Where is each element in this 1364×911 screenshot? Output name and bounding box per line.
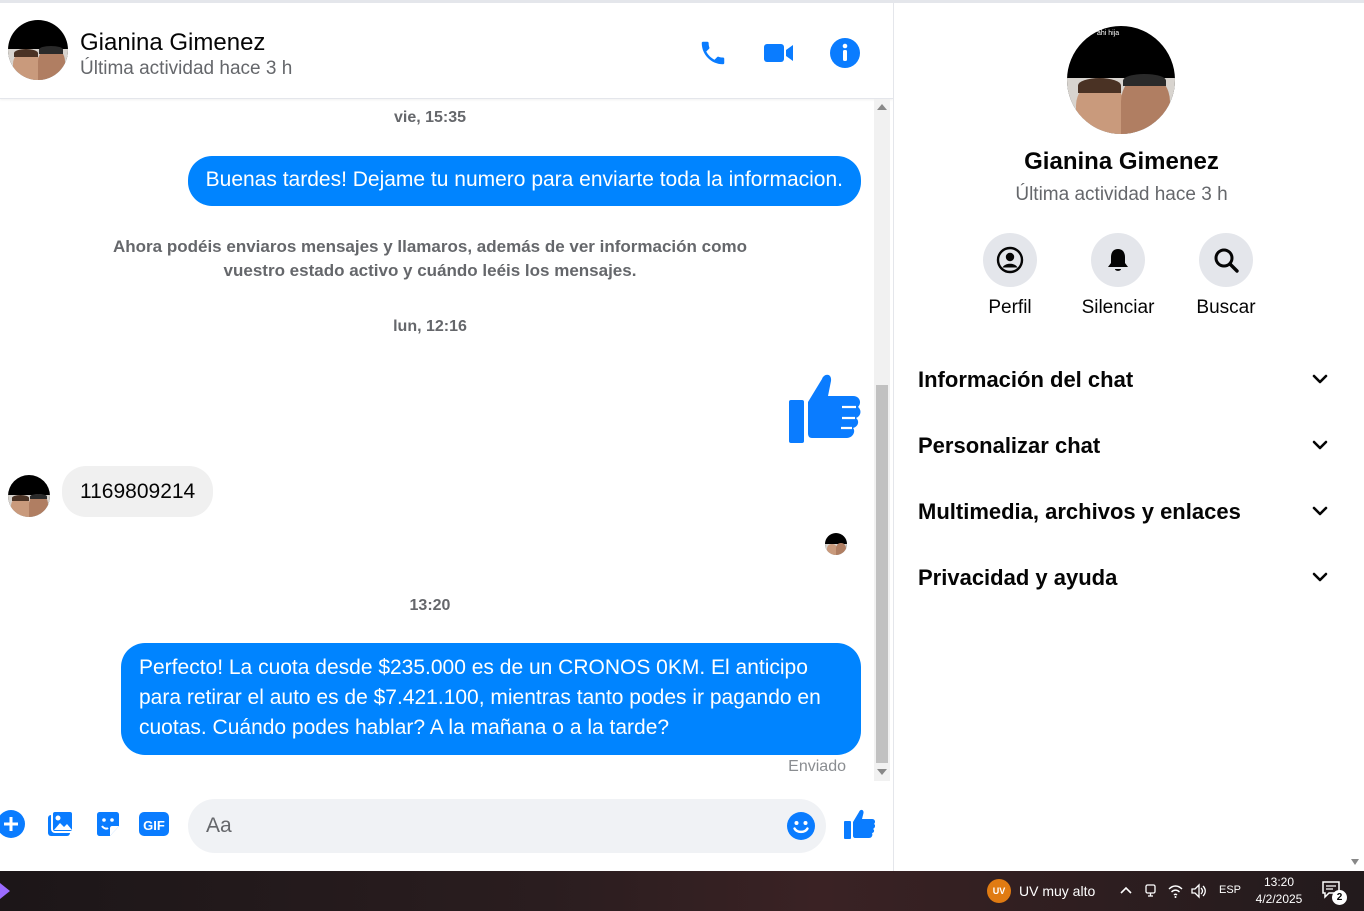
profile-name: Gianina Gimenez: [1024, 148, 1219, 175]
contact-status: Última actividad hace 3 h: [80, 58, 293, 79]
page-scrollbar[interactable]: [1347, 3, 1364, 871]
chat-window: Gianina Gimenez Última actividad hace 3 …: [0, 0, 893, 871]
read-receipt-avatar: [825, 533, 847, 555]
video-camera-icon[interactable]: [761, 35, 797, 71]
volume-icon[interactable]: [1190, 883, 1208, 904]
message-input[interactable]: [206, 809, 766, 843]
scroll-down-arrow[interactable]: [1351, 859, 1359, 865]
section-customize-chat[interactable]: Personalizar chat: [918, 421, 1330, 471]
conversation-info-panel: ahi hija Gianina Gimenez Última activida…: [893, 0, 1364, 871]
outgoing-message[interactable]: Buenas tardes! Dejame tu numero para env…: [187, 156, 861, 206]
weather-icon[interactable]: UV: [987, 879, 1011, 903]
notification-icon[interactable]: 2: [1321, 880, 1347, 905]
like-sticker[interactable]: [786, 369, 864, 447]
bell-icon: [1091, 233, 1145, 287]
sticker-icon[interactable]: [92, 808, 124, 840]
emoji-icon[interactable]: [786, 811, 816, 841]
profile-status: Última actividad hace 3 h: [1015, 184, 1228, 205]
info-icon[interactable]: [827, 35, 863, 71]
search-label: Buscar: [1196, 297, 1256, 318]
section-label: Personalizar chat: [918, 433, 1101, 458]
profile-avatar[interactable]: ahi hija: [1067, 26, 1175, 134]
section-label: Multimedia, archivos y enlaces: [918, 499, 1241, 524]
wifi-icon[interactable]: [1167, 883, 1184, 904]
profile-label: Perfil: [988, 297, 1032, 318]
message-list[interactable]: vie, 15:35 Buenas tardes! Dejame tu nume…: [0, 99, 872, 781]
clock-date[interactable]: 4/2/2025: [1247, 892, 1311, 906]
phone-icon[interactable]: [695, 35, 731, 71]
contact-avatar[interactable]: [8, 20, 68, 80]
profile-icon: [983, 233, 1037, 287]
meet-icon[interactable]: [1143, 883, 1159, 904]
section-label: Privacidad y ayuda: [918, 565, 1118, 590]
language-indicator[interactable]: ESP: [1219, 884, 1241, 896]
sent-status: Enviado: [788, 758, 846, 775]
mute-button[interactable]: Silenciar: [1073, 233, 1163, 319]
chevron-down-icon: [1310, 567, 1330, 592]
message-input-box[interactable]: [188, 799, 826, 853]
incoming-message[interactable]: 1169809214: [62, 466, 214, 517]
windows-taskbar: UV UV muy alto ESP 13:20 4/2/2025 2: [0, 871, 1364, 911]
section-label: Información del chat: [918, 367, 1134, 392]
scroll-thumb[interactable]: [876, 385, 888, 763]
svg-text:GIF: GIF: [143, 818, 165, 833]
outgoing-message[interactable]: Perfecto! La cuota desde $235.000 es de …: [121, 643, 861, 755]
gif-icon[interactable]: GIF: [138, 808, 170, 840]
composer: GIF: [0, 790, 893, 860]
message-text: Perfecto! La cuota desde $235.000 es de …: [139, 656, 821, 739]
contact-name[interactable]: Gianina Gimenez: [80, 29, 265, 57]
image-icon[interactable]: [44, 808, 76, 840]
message-text: 1169809214: [80, 480, 196, 503]
search-icon: [1199, 233, 1253, 287]
sender-avatar[interactable]: [8, 475, 50, 517]
timestamp: 13:20: [409, 597, 451, 614]
section-privacy-help[interactable]: Privacidad y ayuda: [918, 553, 1330, 603]
search-button[interactable]: Buscar: [1181, 233, 1271, 319]
chevron-down-icon: [1310, 369, 1330, 394]
avatar-caption: ahi hija: [1097, 30, 1120, 37]
message-scrollbar[interactable]: [874, 99, 890, 781]
scroll-up-arrow[interactable]: [877, 104, 887, 110]
chevron-down-icon: [1310, 501, 1330, 526]
section-media-files-links[interactable]: Multimedia, archivos y enlaces: [918, 487, 1330, 537]
weather-badge: UV: [992, 886, 1006, 896]
plus-icon[interactable]: [0, 808, 27, 840]
timestamp: vie, 15:35: [393, 109, 467, 126]
mute-label: Silenciar: [1081, 297, 1155, 318]
weather-text[interactable]: UV muy alto: [1019, 883, 1095, 899]
section-chat-info[interactable]: Información del chat: [918, 355, 1330, 405]
profile-button[interactable]: Perfil: [965, 233, 1055, 319]
chevron-up-icon[interactable]: [1119, 884, 1133, 903]
clock-time[interactable]: 13:20: [1250, 875, 1308, 889]
chat-header: Gianina Gimenez Última actividad hace 3 …: [0, 0, 893, 99]
system-notice: Ahora podéis enviaros mensajes y llamaro…: [113, 237, 747, 280]
app-icon[interactable]: [0, 881, 12, 901]
scroll-down-arrow[interactable]: [877, 769, 887, 775]
thumbs-up-icon[interactable]: [843, 808, 875, 840]
chevron-down-icon: [1310, 435, 1330, 460]
notification-count: 2: [1332, 890, 1347, 905]
message-text: Buenas tardes! Dejame tu numero para env…: [205, 168, 843, 191]
timestamp: lun, 12:16: [393, 318, 467, 335]
